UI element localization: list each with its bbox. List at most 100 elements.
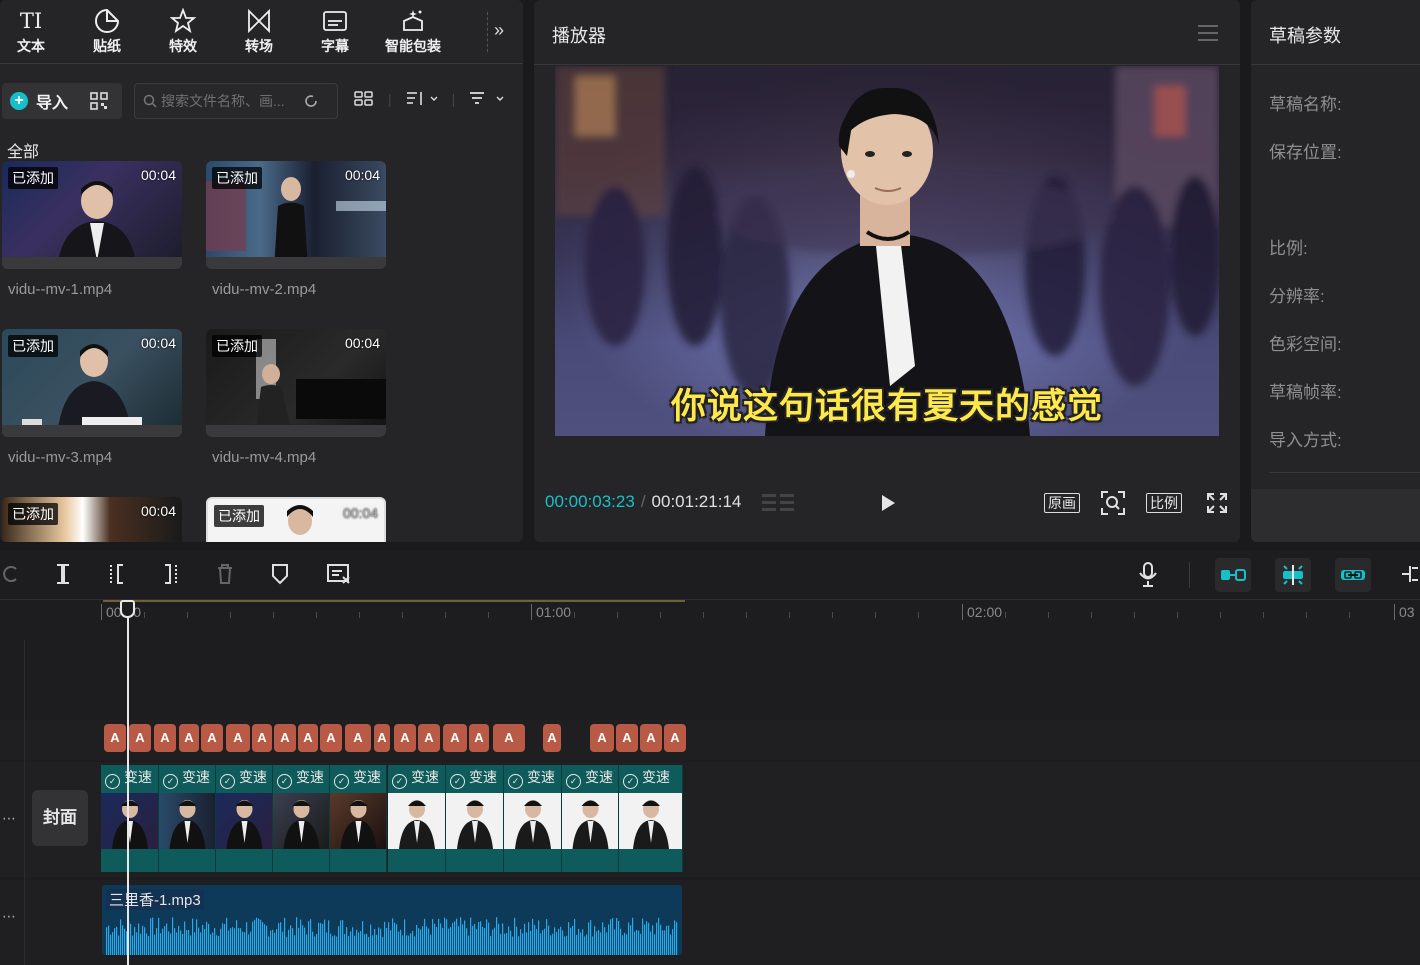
caption-edit-icon[interactable] [326,563,352,585]
text-clip[interactable]: A [616,724,638,752]
zoom-fit-icon[interactable] [1100,490,1126,516]
text-clip[interactable]: A [664,724,686,752]
text-icon: TI [19,9,43,33]
redo-icon[interactable] [0,563,20,585]
aspect-ratio-button[interactable]: 比例 [1146,493,1182,513]
trim-right-icon[interactable] [161,563,181,585]
text-clip[interactable]: A [640,724,662,752]
text-clip[interactable]: A [201,724,223,752]
speed-badge: ✓ 变速 [508,767,555,789]
media-clip[interactable]: 已添加 00:04 vidu--mv-2.mp4 [206,161,386,298]
ruler-tick [617,612,618,618]
audio-track-options-icon[interactable]: ⋯ [2,908,16,925]
text-clip[interactable]: A [543,724,561,752]
text-clip[interactable]: A [374,724,390,752]
filter-icon[interactable] [469,91,505,107]
import-button[interactable]: + 导入 [2,83,122,119]
speed-badge: ✓ 变速 [163,767,210,789]
split-icon[interactable] [53,563,73,585]
qr-grid-icon[interactable] [90,92,108,110]
param-save-location: 保存位置: [1269,143,1342,162]
text-clip[interactable]: A [590,724,614,752]
view-controls: | | [354,91,505,107]
smart-package-icon [403,10,423,31]
sticker-icon [95,8,120,33]
sort-icon[interactable] [406,91,438,107]
param-draft-name: 草稿名称: [1269,95,1342,114]
media-clip[interactable]: 已添加 00:04 [206,497,386,542]
text-clip[interactable]: A [179,724,199,752]
video-clip[interactable]: ✓ 变速 [504,765,562,872]
speed-icon: ✓ [623,774,638,789]
more-tools-button[interactable]: » [494,20,504,41]
video-clip[interactable]: ✓ 变速 [273,765,330,872]
video-clip[interactable]: ✓ 变速 [446,765,504,872]
timecode-grid-icon[interactable] [760,490,796,516]
preview-axis-icon[interactable] [1400,563,1420,585]
search-input[interactable] [161,93,301,109]
text-clip[interactable]: A [129,724,151,752]
video-clip[interactable]: ✓ 变速 [159,765,216,872]
text-clip[interactable]: A [104,724,126,752]
marker-icon[interactable] [270,563,290,585]
video-clip[interactable]: ✓ 变速 [330,765,387,872]
text-clip[interactable]: A [320,724,342,752]
fullscreen-icon[interactable] [1206,492,1228,514]
video-clip[interactable]: ✓ 变速 [562,765,619,872]
text-clip[interactable]: A [394,724,416,752]
video-preview[interactable]: 你说这句话很有夏天的感觉 [555,66,1219,436]
text-clip[interactable]: A [443,724,467,752]
play-icon[interactable] [880,494,896,512]
media-clip[interactable]: 已添加 00:04 vidu--mv-3.mp4 [2,329,182,466]
media-clip[interactable]: 已添加 00:04 vidu--mv-1.mp4 [2,161,182,298]
video-clip[interactable]: ✓ 变速 [101,765,159,872]
video-clip[interactable]: ✓ 变速 [388,765,446,872]
ruler-tick [746,612,747,618]
playhead-handle[interactable] [120,600,135,618]
text-clip[interactable]: A [274,724,296,752]
menu-icon[interactable] [1198,25,1218,46]
audio-clip[interactable]: 三里香-1.mp3 [102,885,682,955]
cover-button[interactable]: 封面 [32,790,88,846]
media-clip[interactable]: 已添加 00:04 vidu--mv-4.mp4 [206,329,386,466]
ruler-tick [488,612,489,618]
tool-sticker[interactable]: 贴纸 [76,6,138,62]
added-badge: 已添加 [8,167,58,189]
tool-smart-package[interactable]: 智能包装 [380,6,446,62]
text-clip[interactable]: A [226,724,250,752]
tool-transition-label: 转场 [245,38,273,54]
trim-left-icon[interactable] [107,563,127,585]
original-quality-button[interactable]: 原画 [1044,493,1080,513]
tool-transition[interactable]: 转场 [228,6,290,62]
video-clip[interactable]: ✓ 变速 [619,765,683,872]
added-badge: 已添加 [212,335,262,357]
timecode: 00:00:03:23 / 00:01:21:14 [545,492,741,512]
main-track-magnet-toggle[interactable] [1215,558,1251,592]
speed-label: 变速 [642,769,670,785]
video-clip[interactable]: ✓ 变速 [216,765,273,872]
track-options-icon[interactable]: ⋯ [2,810,16,827]
text-clip[interactable]: A [469,724,489,752]
auto-snap-toggle[interactable] [1275,558,1311,592]
grid-view-icon[interactable] [354,91,374,107]
player-panel: 播放器 你说这句话很有夏天的感觉 00:00:03:23 / 00:01:21:… [534,0,1240,542]
search-box [134,83,338,119]
tool-caption[interactable]: 字幕 [304,6,366,62]
linkage-toggle[interactable] [1335,558,1371,592]
text-clip[interactable]: A [493,724,525,752]
microphone-icon[interactable] [1138,562,1158,588]
delete-icon[interactable] [215,563,235,585]
tool-text[interactable]: TI 文本 [0,6,62,62]
text-clip[interactable]: A [345,724,371,752]
text-clip[interactable]: A [154,724,176,752]
media-clip[interactable]: 已添加 00:04 [2,497,182,542]
text-clip[interactable]: A [418,724,440,752]
text-clip[interactable]: A [252,724,272,752]
time-ruler[interactable]: 00:00 01:00 02:00 03 [0,600,1420,626]
refresh-icon[interactable] [303,93,319,109]
text-clip[interactable]: A [298,724,318,752]
playhead[interactable] [127,602,129,965]
tool-effects[interactable]: 特效 [152,6,214,62]
transition-icon [248,8,270,34]
speed-badge: ✓ 变速 [623,767,670,789]
